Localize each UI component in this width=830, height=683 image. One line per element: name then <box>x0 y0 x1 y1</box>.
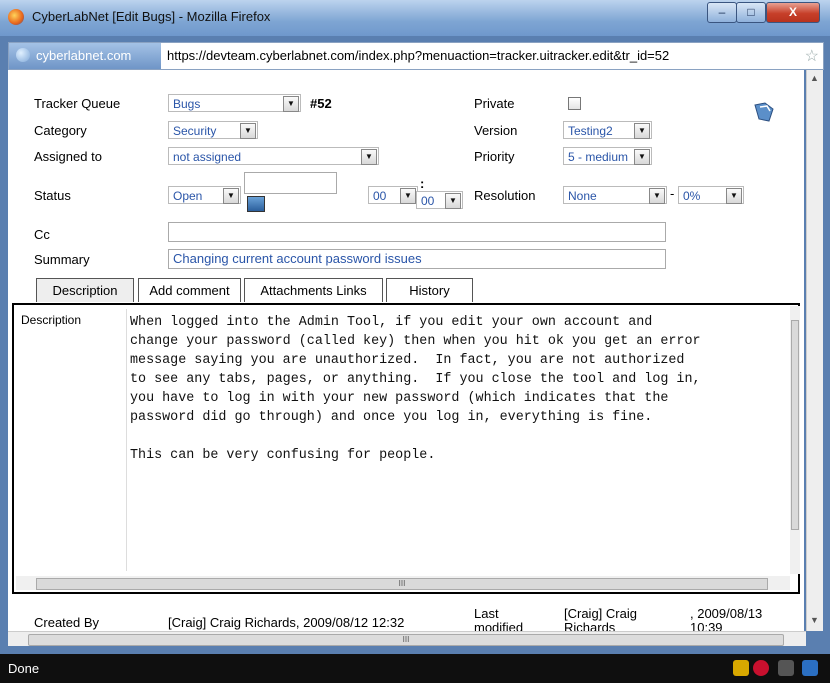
scroll-thumb[interactable] <box>791 320 799 530</box>
summary-input[interactable]: Changing current account password issues <box>168 249 666 269</box>
dropdown-arrow-icon: ▼ <box>726 188 742 204</box>
modified-by-line1: [Craig] Craig <box>564 606 637 621</box>
dropdown-arrow-icon: ▼ <box>223 188 239 204</box>
resolution-select[interactable]: None ▼ <box>563 186 667 204</box>
modified-by-line2: Richards <box>564 620 616 631</box>
priority-value: 5 - medium <box>568 150 629 164</box>
cc-label: Cc <box>34 227 50 242</box>
page-vertical-scrollbar[interactable]: ▲ ▼ <box>806 70 823 631</box>
page-horizontal-scrollbar[interactable]: III <box>8 631 806 646</box>
created-by-value: [Craig] Craig Richards, 2009/08/12 12:32 <box>168 615 405 630</box>
title-bar: CyberLabNet [Edit Bugs] - Mozilla Firefo… <box>0 0 830 36</box>
scroll-thumb[interactable]: III <box>28 634 784 646</box>
dropdown-arrow-icon: ▼ <box>400 188 416 204</box>
percent-select[interactable]: 0% ▼ <box>678 186 744 204</box>
adblock-icon[interactable] <box>753 660 769 676</box>
cc-input[interactable] <box>168 222 666 242</box>
minimize-button[interactable]: – <box>707 2 737 23</box>
minute-value: 00 <box>421 194 435 208</box>
browser-window: CyberLabNet [Edit Bugs] - Mozilla Firefo… <box>0 0 830 683</box>
dropdown-arrow-icon: ▼ <box>283 96 299 112</box>
last-modified-label-line1: Last <box>474 606 499 621</box>
due-date-input[interactable] <box>244 172 337 194</box>
assigned-to-label: Assigned to <box>34 149 102 164</box>
hour-select[interactable]: 00 ▼ <box>368 186 418 204</box>
maximize-button[interactable]: □ <box>736 2 766 23</box>
dropdown-arrow-icon: ▼ <box>634 123 650 139</box>
site-identity-button[interactable]: cyberlabnet.com <box>9 43 161 69</box>
tracker-queue-select[interactable]: Bugs ▼ <box>168 94 301 112</box>
description-horizontal-scrollbar[interactable]: III <box>16 576 790 590</box>
calendar-icon[interactable] <box>247 196 265 212</box>
lock-icon[interactable] <box>733 660 749 676</box>
tracker-queue-label: Tracker Queue <box>34 96 121 111</box>
dropdown-arrow-icon: ▼ <box>361 149 377 165</box>
tab-description[interactable]: Description <box>36 278 134 302</box>
last-modified-label-line2: modified <box>474 620 524 631</box>
description-text: When logged into the Admin Tool, if you … <box>130 315 701 463</box>
scroll-down-icon[interactable]: ▼ <box>810 615 819 625</box>
page-content: Tracker Queue Bugs ▼ #52 Private Category… <box>8 70 804 631</box>
window-title: CyberLabNet [Edit Bugs] - Mozilla Firefo… <box>32 9 271 24</box>
url-text[interactable]: https://devteam.cyberlabnet.com/index.ph… <box>167 48 669 63</box>
dropdown-arrow-icon: ▼ <box>634 149 650 165</box>
private-label: Private <box>474 96 515 111</box>
close-button[interactable]: X <box>766 2 820 23</box>
assigned-to-select[interactable]: not assigned ▼ <box>168 147 379 165</box>
private-checkbox[interactable] <box>568 97 581 110</box>
star-icon[interactable]: ☆ <box>805 46 819 66</box>
modified-date-line1: , 2009/08/13 <box>690 606 763 621</box>
resolution-dash: - <box>670 186 675 201</box>
status-text: Done <box>8 661 40 676</box>
scroll-thumb[interactable]: III <box>36 578 768 590</box>
version-select[interactable]: Testing2 ▼ <box>563 121 652 139</box>
priority-select[interactable]: 5 - medium ▼ <box>563 147 652 165</box>
created-by-label: Created By <box>34 615 100 630</box>
address-bar[interactable]: cyberlabnet.com https://devteam.cyberlab… <box>8 42 824 70</box>
pencil-icon[interactable] <box>778 660 794 676</box>
percent-value: 0% <box>683 189 701 203</box>
description-label: Description <box>21 313 82 327</box>
pen-icon[interactable] <box>802 660 818 676</box>
dropdown-arrow-icon: ▼ <box>649 188 665 204</box>
time-separator: : <box>420 176 425 191</box>
status-value: Open <box>173 189 203 203</box>
site-domain: cyberlabnet.com <box>36 48 132 63</box>
priority-label: Priority <box>474 149 515 164</box>
status-label: Status <box>34 188 71 203</box>
hour-value: 00 <box>373 189 387 203</box>
scroll-up-icon[interactable]: ▲ <box>810 73 819 83</box>
minute-select[interactable]: 00 ▼ <box>416 191 463 209</box>
category-value: Security <box>173 124 217 138</box>
status-select[interactable]: Open ▼ <box>168 186 241 204</box>
modified-date-line2: 10:39 <box>690 620 723 631</box>
status-bar: Done <box>0 654 830 683</box>
dropdown-arrow-icon: ▼ <box>445 193 461 209</box>
tracker-queue-value: Bugs <box>173 97 201 111</box>
bug-icon[interactable] <box>751 101 777 123</box>
version-value: Testing2 <box>568 124 613 138</box>
assigned-to-value: not assigned <box>173 150 242 164</box>
category-label: Category <box>34 123 87 138</box>
description-vertical-scrollbar[interactable] <box>790 306 800 574</box>
tab-attachments-links[interactable]: Attachments Links <box>244 278 383 302</box>
resolution-value: None <box>568 189 597 203</box>
tracker-id: #52 <box>310 96 332 111</box>
dropdown-arrow-icon: ▼ <box>240 123 256 139</box>
firefox-icon <box>8 9 24 25</box>
summary-label: Summary <box>34 252 90 267</box>
globe-icon <box>16 48 30 62</box>
version-label: Version <box>474 123 518 138</box>
category-select[interactable]: Security ▼ <box>168 121 258 139</box>
tab-history[interactable]: History <box>386 278 473 302</box>
tab-add-comment[interactable]: Add comment <box>138 278 241 302</box>
resolution-label: Resolution <box>474 188 536 203</box>
